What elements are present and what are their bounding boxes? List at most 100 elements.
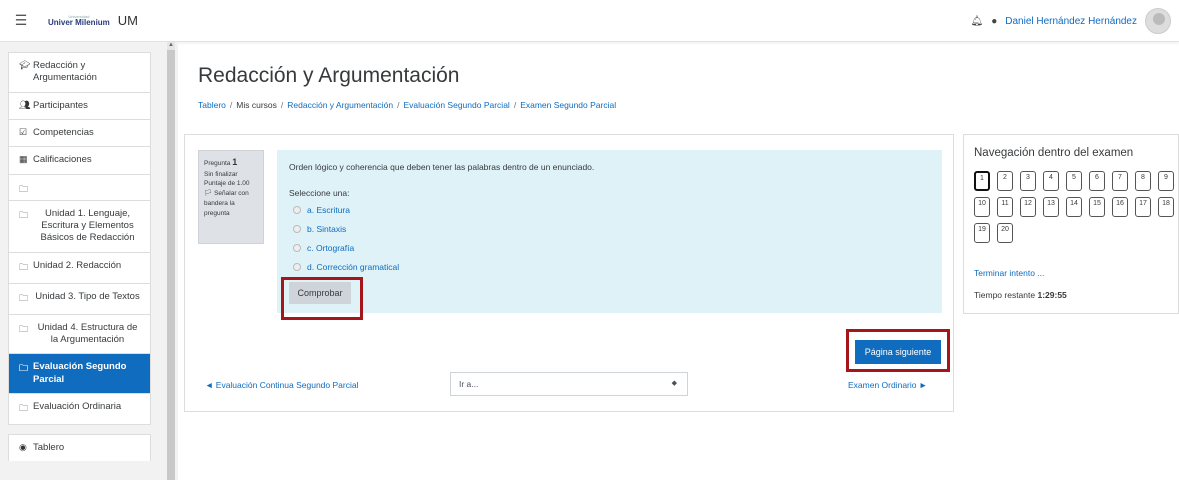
hamburger-menu-icon[interactable]: ☰	[6, 6, 36, 36]
question-content: Orden lógico y coherencia que deben tene…	[277, 150, 942, 313]
site-name[interactable]: UM	[118, 13, 138, 28]
quiz-nav-button-10[interactable]: 10	[974, 197, 990, 217]
time-remaining: Tiempo restante 1:29:55	[974, 290, 1067, 300]
graduation-cap-icon: 🎓︎	[19, 60, 31, 70]
quiz-nav-button-14[interactable]: 14	[1066, 197, 1082, 217]
bell-icon[interactable]: 🔔︎	[971, 16, 984, 27]
quiz-nav-button-1[interactable]: 1	[974, 171, 990, 191]
quiz-nav-button-17[interactable]: 17	[1135, 197, 1151, 217]
quiz-navigation-block: Navegación dentro del examen 1 2 3 4 5 6 7 8 9 10…	[963, 134, 1179, 314]
quiz-nav-button-5[interactable]: 5	[1066, 171, 1082, 191]
quiz-nav-button-9[interactable]: 9	[1158, 171, 1174, 191]
radio-button[interactable]	[293, 206, 301, 214]
radio-button[interactable]	[293, 225, 301, 233]
quiz-nav-button-15[interactable]: 15	[1089, 197, 1105, 217]
top-navbar: ☰ Universidad Univer Milenium UM 🔔︎ ● Da…	[0, 0, 1179, 42]
user-name[interactable]: Daniel Hernández Hernández	[1005, 16, 1137, 27]
breadcrumb: Tablero / Mis cursos / Redacción y Argum…	[198, 100, 616, 110]
answer-label[interactable]: c. Ortografía	[307, 243, 354, 253]
quiz-nav-button-18[interactable]: 18	[1158, 197, 1174, 217]
sidebar-item-course[interactable]: 🎓︎ Redacción y Argumentación	[8, 52, 151, 92]
sidebar-item-unit-1[interactable]: 🗀 Unidad 1. Lenguaje, Escritura y Elemen…	[8, 199, 151, 252]
answer-option-a[interactable]: a. Escritura	[293, 205, 350, 215]
quiz-nav-button-6[interactable]: 6	[1089, 171, 1105, 191]
sidebar-item-label: Tablero	[33, 442, 65, 454]
quiz-nav-button-11[interactable]: 11	[997, 197, 1013, 217]
question-status: Sin finalizar	[204, 170, 238, 178]
quiz-nav-button-19[interactable]: 19	[974, 223, 990, 243]
next-activity-link[interactable]: Examen Ordinario ►	[848, 380, 927, 390]
breadcrumb-item-dashboard[interactable]: Tablero	[198, 100, 226, 110]
nav-gap	[8, 425, 151, 434]
question-number: 1	[232, 157, 238, 167]
jump-to-value: Ir a...	[459, 379, 479, 389]
breadcrumb-separator: /	[280, 100, 284, 110]
quiz-nav-button-13[interactable]: 13	[1043, 197, 1059, 217]
answer-label[interactable]: b. Sintaxis	[307, 224, 346, 234]
sidebar-scrollbar[interactable]	[167, 42, 175, 480]
breadcrumb-separator: /	[229, 100, 233, 110]
site-logo[interactable]: Universidad Univer Milenium	[48, 14, 110, 27]
checkbox-icon: ☑	[19, 127, 28, 138]
folder-icon: 🗀	[19, 363, 29, 374]
logo-main-text: Univer Milenium	[48, 17, 110, 27]
page-title: Redacción y Argumentación	[198, 64, 460, 87]
time-remaining-value: 1:29:55	[1037, 290, 1067, 300]
sidebar-item-label: Unidad 4. Estructura de la Argumentación	[37, 321, 138, 346]
avatar[interactable]	[1145, 8, 1171, 34]
scroll-up-icon[interactable]: ▲	[167, 42, 175, 50]
nav-list: 🎓︎ Redacción y Argumentación 👥︎ Particip…	[8, 52, 151, 462]
sidebar-item-second-partial[interactable]: 🗀 Evaluación Segundo Parcial	[8, 353, 151, 394]
sidebar-item-unit-4[interactable]: 🗀 Unidad 4. Estructura de la Argumentaci…	[8, 313, 151, 354]
sidebar-item-dashboard[interactable]: ◉ Tablero	[8, 434, 151, 462]
sidebar-item-label: Evaluación Segundo Parcial	[33, 361, 127, 385]
sidebar-item-general[interactable]: 🗀	[8, 173, 151, 200]
jump-to-select[interactable]: Ir a... ◆	[450, 372, 688, 396]
sidebar-item-unit-3[interactable]: 🗀 Unidad 3. Tipo de Textos	[8, 282, 151, 314]
quiz-nav-button-3[interactable]: 3	[1020, 171, 1036, 191]
sidebar-item-ordinary[interactable]: 🗀 Evaluación Ordinaria	[8, 393, 151, 426]
breadcrumb-item-my-courses: Mis cursos	[236, 100, 277, 110]
quiz-nav-button-4[interactable]: 4	[1043, 171, 1059, 191]
answer-label[interactable]: a. Escritura	[307, 205, 350, 215]
question-label: Pregunta	[204, 160, 231, 167]
sidebar-item-label: Evaluación Ordinaria	[33, 401, 122, 413]
breadcrumb-item-section[interactable]: Evaluación Segundo Parcial	[403, 100, 509, 110]
breadcrumb-separator: /	[397, 100, 400, 110]
sidebar-item-label: Redacción y Argumentación	[33, 60, 97, 84]
flag-question-link[interactable]: 🏳︎ Señalar con bandera la pregunta	[204, 189, 258, 218]
quiz-nav-button-7[interactable]: 7	[1112, 171, 1128, 191]
sidebar-item-grades[interactable]: ▦ Calificaciones	[8, 146, 151, 174]
quiz-nav-button-8[interactable]: 8	[1135, 171, 1151, 191]
breadcrumb-item-quiz[interactable]: Examen Segundo Parcial	[520, 100, 616, 110]
quiz-nav-button-12[interactable]: 12	[1020, 197, 1036, 217]
radio-button[interactable]	[293, 263, 301, 271]
chat-icon[interactable]: ●	[991, 16, 997, 27]
answer-option-b[interactable]: b. Sintaxis	[293, 224, 346, 234]
breadcrumb-item-course[interactable]: Redacción y Argumentación	[287, 100, 393, 110]
highlight-box-next	[846, 329, 950, 372]
question-score: Puntaje de 1.00	[204, 180, 250, 188]
sidebar-item-competencies[interactable]: ☑ Competencias	[8, 119, 151, 147]
answer-option-d[interactable]: d. Corrección gramatical	[293, 262, 399, 272]
radio-button[interactable]	[293, 244, 301, 252]
flag-icon: 🏳︎	[204, 190, 213, 197]
sidebar-item-unit-2[interactable]: 🗀 Unidad 2. Redacción	[8, 251, 151, 283]
sidebar-item-label: Participantes	[33, 99, 88, 111]
quiz-nav-button-16[interactable]: 16	[1112, 197, 1128, 217]
prev-activity-link[interactable]: ◄ Evaluación Continua Segundo Parcial	[205, 380, 358, 390]
answer-label[interactable]: d. Corrección gramatical	[307, 262, 399, 272]
quiz-nav-button-2[interactable]: 2	[997, 171, 1013, 191]
sidebar-item-label: Unidad 2. Redacción	[33, 259, 122, 271]
breadcrumb-separator: /	[513, 100, 517, 110]
folder-icon: 🗀	[19, 261, 29, 272]
quiz-nav-button-20[interactable]: 20	[997, 223, 1013, 243]
sidebar-item-label: Calificaciones	[33, 154, 92, 166]
folder-icon: 🗀	[19, 403, 29, 414]
dashboard-icon: ◉	[19, 442, 27, 453]
answer-option-c[interactable]: c. Ortografía	[293, 243, 354, 253]
folder-icon: 🗀	[19, 292, 29, 303]
finish-attempt-link[interactable]: Terminar intento ...	[974, 268, 1044, 278]
sidebar-item-label: Unidad 1. Lenguaje, Escritura y Elemento…	[40, 207, 135, 244]
sidebar-item-participants[interactable]: 👥︎ Participantes	[8, 91, 151, 120]
